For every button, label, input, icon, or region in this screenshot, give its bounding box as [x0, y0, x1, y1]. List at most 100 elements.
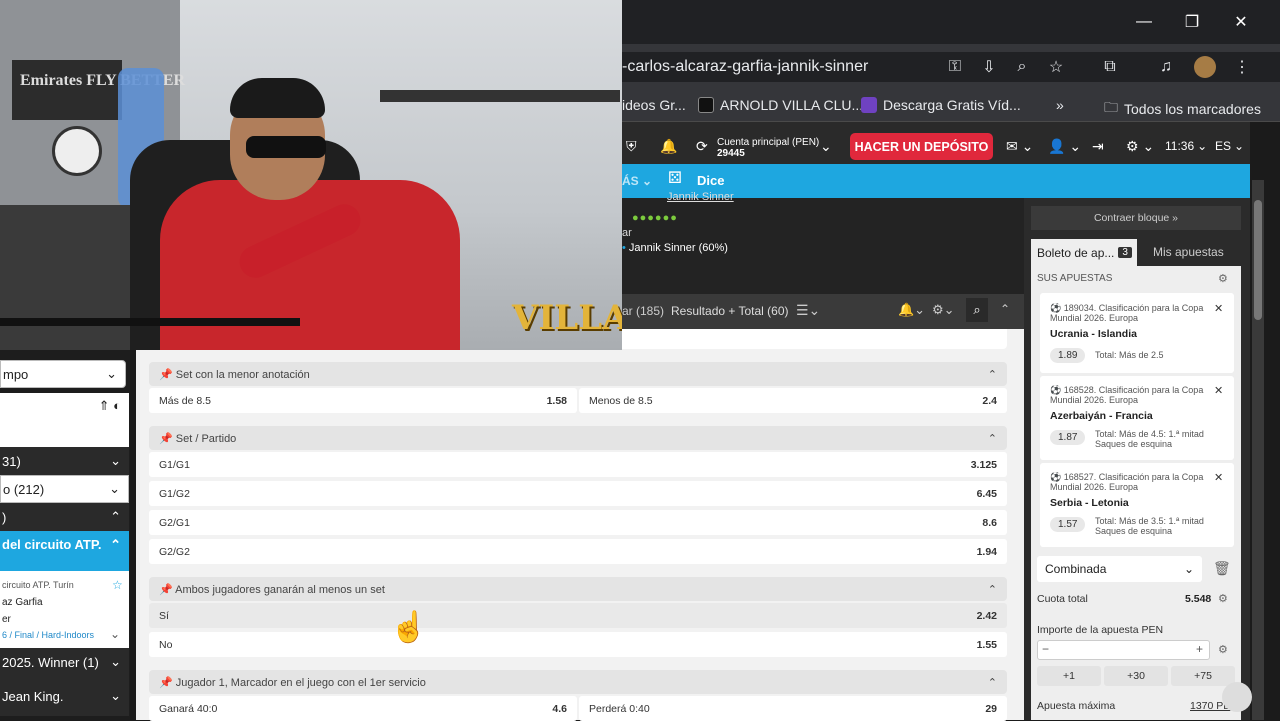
chevron-up-icon: ⌃: [110, 509, 121, 524]
sidebar-item[interactable]: o (212) ⌄: [0, 475, 129, 503]
odds-cell[interactable]: Perderá 0:40 29: [579, 696, 1007, 721]
close-window-button[interactable]: ✕: [1217, 0, 1265, 44]
tab-resultado-total[interactable]: Resultado + Total (60): [671, 304, 789, 318]
menu-dots-icon[interactable]: ⋮: [1230, 56, 1254, 78]
star-icon[interactable]: ☆: [112, 578, 123, 592]
deposit-button[interactable]: HACER UN DEPÓSITO: [850, 133, 993, 160]
settings-icon[interactable]: ⚙: [1218, 643, 1228, 656]
chat-avatar[interactable]: [1222, 682, 1252, 712]
url-text[interactable]: -carlos-alcaraz-garfia-jannik-sinner: [622, 58, 868, 76]
nav-more-label: ÁS: [622, 174, 639, 188]
collapse-icon[interactable]: ⌃: [1000, 302, 1010, 316]
odds-cell[interactable]: Sí 2.42: [149, 603, 1007, 628]
quick-stake-button[interactable]: +1: [1037, 666, 1101, 686]
tab-betslip[interactable]: Boleto de ap... 3: [1031, 239, 1137, 266]
collapse-block-button[interactable]: Contraer bloque »: [1031, 206, 1241, 230]
zoom-icon[interactable]: ⌕: [1010, 56, 1034, 78]
bookmark-label: ideos Gr...: [622, 97, 686, 113]
install-icon[interactable]: ⇩: [977, 56, 1001, 78]
restore-button[interactable]: ❐: [1168, 0, 1216, 44]
nav-dice[interactable]: Dice: [697, 173, 724, 188]
sidebar-item-active[interactable]: del circuito ATP. ⌃: [0, 531, 129, 571]
logout-icon[interactable]: ⇥: [1092, 136, 1104, 156]
odds-cell[interactable]: G2/G1 8.6: [149, 510, 1007, 535]
stake-label: Importe de la apuesta PEN: [1037, 624, 1164, 636]
refresh-icon[interactable]: ⟳: [696, 136, 708, 156]
language-select[interactable]: ES ⌄: [1215, 136, 1244, 156]
odds-cell[interactable]: G1/G1 3.125: [149, 452, 1007, 477]
odds-cell[interactable]: G2/G2 1.94: [149, 539, 1007, 564]
market-header[interactable]: 📌 Set / Partido ⌃: [149, 426, 1007, 450]
tab-my-bets[interactable]: Mis apuestas: [1153, 245, 1224, 259]
market-title: 📌 Ambos jugadores ganarán al menos un se…: [159, 583, 385, 596]
player-pct: • Jannik Sinner (60%): [622, 242, 728, 254]
key-icon[interactable]: ⚿: [943, 56, 967, 78]
odds-cell[interactable]: G1/G2 6.45: [149, 481, 1007, 506]
bookmark-1[interactable]: ideos Gr...: [622, 97, 686, 113]
extensions-icon[interactable]: ⧉: [1098, 56, 1122, 78]
settings-filter-icon[interactable]: ⚙⌄: [932, 302, 955, 318]
bet-match: Azerbaiyán - Francia: [1050, 410, 1153, 422]
odds-cell[interactable]: No 1.55: [149, 632, 1007, 657]
bell-filter-icon[interactable]: 🔔⌄: [898, 302, 925, 318]
odds: 4.6: [552, 702, 567, 715]
bet-type-select[interactable]: Combinada ⌄: [1037, 556, 1202, 582]
bet-type-label: Combinada: [1045, 562, 1107, 576]
stake-input[interactable]: [1037, 640, 1210, 660]
bet-match: Ucrania - Islandia: [1050, 328, 1137, 340]
bet-odds: 1.87: [1050, 430, 1086, 445]
collapse-globe-icons[interactable]: ⇑ ◐: [99, 398, 121, 414]
trash-icon[interactable]: 🗑: [1213, 560, 1231, 577]
outcome: Sí: [159, 609, 169, 622]
settings-icon[interactable]: ⚙ ⌄: [1126, 136, 1154, 156]
bell-icon[interactable]: 🔔: [660, 136, 677, 156]
chevron-down-icon[interactable]: ⌄: [820, 136, 832, 156]
more-bookmarks-button[interactable]: »: [1056, 97, 1064, 113]
odds: 8.6: [982, 516, 997, 529]
quick-stake-button[interactable]: +30: [1104, 666, 1168, 686]
market-header[interactable]: 📌 Jugador 1, Marcador en el juego con el…: [149, 670, 1007, 694]
sidebar-item[interactable]: 31) ⌄: [0, 447, 129, 475]
settings-icon[interactable]: ⚙: [1218, 592, 1228, 605]
collapse-icon: ⌃: [987, 368, 997, 381]
odds-cell[interactable]: Ganará 40:0 4.6: [149, 696, 577, 721]
market-header[interactable]: 📌 Set con la menor anotación ⌃: [149, 362, 1007, 386]
profile-avatar[interactable]: [1194, 56, 1216, 78]
odds-cell[interactable]: Menos de 8.5 2.4: [579, 388, 1007, 413]
outcome: No: [159, 638, 173, 651]
mail-icon[interactable]: ✉ ⌄: [1006, 136, 1033, 156]
scrollbar-thumb[interactable]: [1254, 200, 1262, 320]
sidebar-item[interactable]: ) ⌃: [0, 503, 129, 531]
bookmark-3[interactable]: Descarga Gratis Víd...: [861, 97, 1021, 113]
sidebar-item-label: Jean King.: [2, 688, 64, 704]
remove-bet-icon[interactable]: ✕: [1214, 471, 1223, 484]
increase-button[interactable]: +: [1196, 642, 1203, 656]
list-menu-icon[interactable]: ☰⌄: [796, 302, 820, 319]
sidebar-item[interactable]: Jean King. ⌄: [0, 676, 129, 716]
quick-stake-button[interactable]: +75: [1171, 666, 1235, 686]
minimize-button[interactable]: —: [1120, 0, 1168, 44]
player-pct-label: Jannik Sinner (60%): [628, 242, 728, 254]
remove-bet-icon[interactable]: ✕: [1214, 384, 1223, 397]
market-header[interactable]: 📌 Ambos jugadores ganarán al menos un se…: [149, 577, 1007, 601]
media-icon[interactable]: ♫: [1154, 56, 1178, 78]
player-top[interactable]: Jannik Sinner: [667, 191, 734, 203]
tab-markets[interactable]: ar (185): [622, 304, 664, 318]
bookmark-2[interactable]: ARNOLD VILLA CLU...: [698, 97, 863, 113]
settings-icon[interactable]: ⚙: [1218, 272, 1228, 285]
search-icon[interactable]: ⌕: [966, 298, 988, 322]
event-line: 6 / Final / Hard-Indoors: [2, 630, 95, 640]
clock[interactable]: 11:36 ⌄: [1165, 136, 1207, 156]
nav-more[interactable]: ÁS ⌄: [622, 174, 652, 188]
user-icon[interactable]: 👤 ⌄: [1048, 136, 1081, 156]
all-bookmarks-folder[interactable]: 🗀 Todos los marcadores: [1104, 97, 1261, 121]
star-icon[interactable]: ☆: [1044, 56, 1068, 78]
account-label[interactable]: Cuenta principal (PEN): [717, 137, 819, 148]
sport-select[interactable]: mpo ⌄: [0, 360, 126, 388]
odds-cell[interactable]: Más de 8.5 1.58: [149, 388, 577, 413]
remove-bet-icon[interactable]: ✕: [1214, 302, 1223, 315]
sidebar-item[interactable]: 2025. Winner (1) ⌄: [0, 648, 129, 676]
chevron-down-icon[interactable]: ⌄: [110, 627, 120, 641]
decrease-button[interactable]: −: [1042, 642, 1049, 656]
shield-icon[interactable]: ⛨: [626, 136, 637, 156]
